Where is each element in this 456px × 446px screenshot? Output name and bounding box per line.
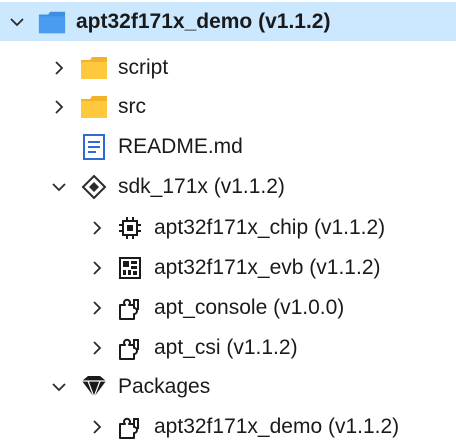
project-folder-icon — [38, 8, 66, 36]
tree-item-packages[interactable]: Packages — [0, 367, 456, 406]
tree-item-readme[interactable]: README.md — [0, 127, 456, 166]
component-icon — [116, 334, 144, 362]
packages-icon — [80, 373, 108, 401]
tree-item-label: apt_csi (v1.1.2) — [154, 336, 298, 359]
chevron-right-icon[interactable] — [86, 416, 108, 438]
tree-item-script[interactable]: script — [0, 48, 456, 87]
folder-icon — [80, 54, 108, 82]
chevron-right-icon[interactable] — [86, 297, 108, 319]
document-icon — [80, 133, 108, 161]
tree-item-evb[interactable]: apt32f171x_evb (v1.1.2) — [0, 248, 456, 287]
tree-item-project-root[interactable]: apt32f171x_demo (v1.1.2) — [0, 2, 456, 41]
folder-icon — [80, 93, 108, 121]
sdk-diamond-icon — [80, 173, 108, 201]
chevron-down-icon[interactable] — [6, 11, 28, 33]
tree-item-console[interactable]: apt_console (v1.0.0) — [0, 288, 456, 327]
board-icon — [116, 254, 144, 282]
project-tree: apt32f171x_demo (v1.1.2) script src READ… — [0, 0, 456, 441]
tree-item-src[interactable]: src — [0, 87, 456, 126]
tree-item-label: apt32f171x_demo (v1.1.2) — [76, 10, 331, 33]
tree-item-label: sdk_171x (v1.1.2) — [118, 175, 285, 198]
chevron-down-icon[interactable] — [48, 376, 70, 398]
tree-item-label: apt32f171x_chip (v1.1.2) — [154, 216, 386, 239]
chip-icon — [116, 214, 144, 242]
chevron-right-icon[interactable] — [86, 257, 108, 279]
component-icon — [116, 294, 144, 322]
tree-item-label: script — [118, 56, 169, 79]
chevron-down-icon[interactable] — [48, 176, 70, 198]
tree-item-chip[interactable]: apt32f171x_chip (v1.1.2) — [0, 208, 456, 247]
tree-item-label: apt32f171x_evb (v1.1.2) — [154, 256, 381, 279]
tree-item-sdk[interactable]: sdk_171x (v1.1.2) — [0, 167, 456, 206]
tree-item-label: apt32f171x_demo (v1.1.2) — [154, 415, 400, 438]
chevron-right-icon[interactable] — [86, 337, 108, 359]
chevron-right-icon[interactable] — [48, 96, 70, 118]
tree-item-label: README.md — [118, 135, 243, 158]
chevron-right-icon[interactable] — [86, 217, 108, 239]
tree-item-package-demo[interactable]: apt32f171x_demo (v1.1.2) — [0, 407, 456, 446]
tree-item-label: apt_console (v1.0.0) — [154, 296, 345, 319]
tree-item-label: src — [118, 95, 146, 118]
component-icon — [116, 413, 144, 441]
tree-item-csi[interactable]: apt_csi (v1.1.2) — [0, 328, 456, 367]
tree-item-label: Packages — [118, 375, 211, 398]
chevron-right-icon[interactable] — [48, 57, 70, 79]
